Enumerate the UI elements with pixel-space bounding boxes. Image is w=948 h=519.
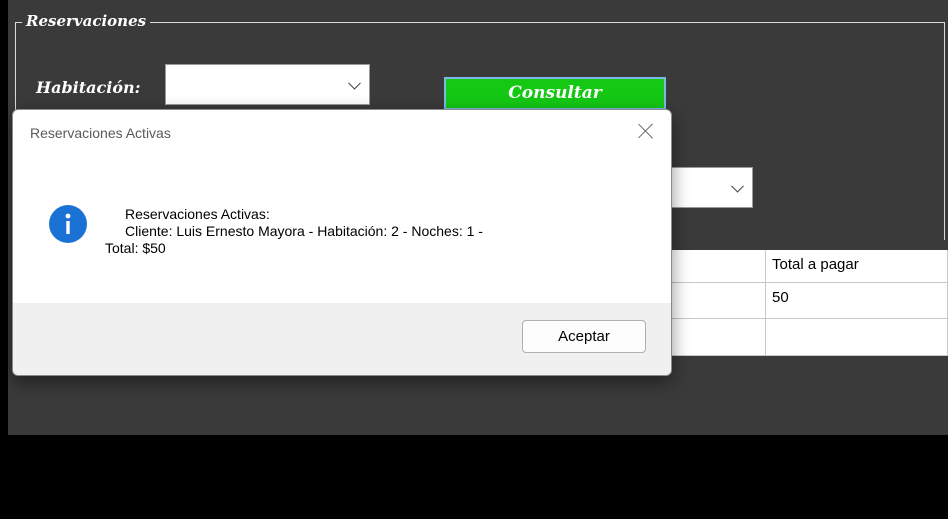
grid-cell[interactable]: [666, 283, 766, 319]
aceptar-button[interactable]: Aceptar: [522, 320, 646, 353]
grid-header-cell: [666, 250, 766, 283]
message-line: Reservaciones Activas:: [125, 206, 270, 222]
chevron-down-icon: [731, 179, 744, 193]
chevron-down-icon: [348, 76, 361, 90]
grid-cell[interactable]: [666, 319, 766, 356]
habitacion-combo[interactable]: [165, 64, 370, 105]
grid-header-total[interactable]: Total a pagar: [766, 250, 948, 283]
group-title: Reservaciones: [22, 12, 151, 30]
dialog-footer: Aceptar: [13, 303, 671, 375]
message-dialog: Reservaciones Activas Reservaciones Acti…: [12, 109, 672, 376]
habitacion-label: Habitación:: [36, 78, 141, 97]
message-line: Cliente: Luis Ernesto Mayora - Habitació…: [125, 223, 483, 239]
dialog-message: Reservaciones Activas: Cliente: Luis Ern…: [105, 206, 645, 257]
consultar-button[interactable]: Consultar: [444, 77, 666, 110]
grid-cell-total[interactable]: [766, 319, 948, 356]
second-combo[interactable]: [660, 167, 753, 208]
close-icon[interactable]: [635, 120, 657, 142]
grid-cell-total[interactable]: 50: [766, 283, 948, 319]
reservations-grid: Total a pagar 50: [666, 250, 948, 356]
dialog-title: Reservaciones Activas: [30, 125, 171, 141]
info-icon: [49, 205, 87, 243]
message-line: Total: $50: [105, 240, 166, 256]
